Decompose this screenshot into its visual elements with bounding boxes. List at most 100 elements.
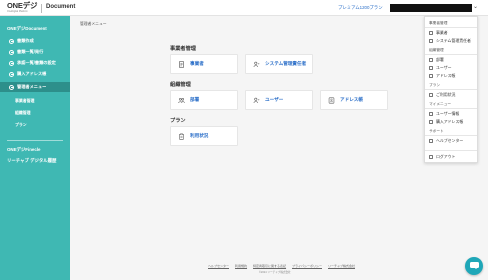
dropdown-item-label: 事業者 <box>436 30 448 35</box>
dropdown-section-plan: プラン <box>429 83 441 87</box>
sidebar-item-label: 管理者メニュー <box>17 84 47 89</box>
addressbook-circle-icon <box>9 71 14 77</box>
dropdown-item-label: システム管理責任者 <box>436 38 471 43</box>
chat-bubble-icon[interactable] <box>465 257 483 275</box>
card-label: 事業者 <box>190 61 204 66</box>
card-label: ユーザー <box>265 97 284 102</box>
dropdown-item-help-center[interactable]: ヘルプセンター <box>429 138 463 144</box>
sidebar-item-document-list[interactable]: 書類一覧/発行 <box>0 47 70 57</box>
dropdown-item-user[interactable]: ユーザー <box>429 65 451 71</box>
dropdown-section-business: 事業者管理 <box>429 21 448 25</box>
card-label: アドレス帳 <box>340 97 363 102</box>
top-header: ONEデジ OneDigital Platform Document プレミアム… <box>0 0 488 16</box>
users-icon <box>429 39 433 43</box>
user-menu-button[interactable] <box>390 4 472 12</box>
dropdown-separator <box>425 27 477 28</box>
card-department[interactable]: 部署 <box>170 90 238 110</box>
dropdown-item-logout[interactable]: ログアウト <box>429 154 455 160</box>
card-system-admin[interactable]: システム管理責任者 <box>245 54 313 74</box>
sidebar-divider <box>7 140 63 141</box>
dropdown-item-label: アドレス帳 <box>436 73 456 78</box>
dropdown-item-usage[interactable]: ご利用状況 <box>429 92 455 98</box>
chevron-down-icon[interactable]: ⌄ <box>473 3 478 10</box>
document-icon <box>178 60 185 68</box>
people-icon <box>178 97 185 104</box>
sidebar-subitem-organization-management[interactable]: 組織管理 <box>15 110 31 116</box>
card-usage-status[interactable]: 利用状況 <box>170 126 238 146</box>
user-icon <box>429 112 433 116</box>
group-title-plan: プラン <box>170 118 186 124</box>
dropdown-item-label: 購入アドレス帳 <box>436 119 464 124</box>
dropdown-separator <box>425 150 477 151</box>
card-business[interactable]: 事業者 <box>170 54 238 74</box>
footer-link-terms[interactable]: 利用規約 <box>235 264 247 268</box>
sidebar-item-address-book[interactable]: 購入アドレス帳 <box>0 69 70 79</box>
dropdown-item-label: ヘルプセンター <box>436 138 464 143</box>
dropdown-section-my-menu: マイメニュー <box>429 102 452 106</box>
dropdown-item-label: 部署 <box>436 57 444 62</box>
sidebar-item-admin-menu[interactable]: 管理者メニュー <box>0 82 70 92</box>
group-title-organization-management: 組織管理 <box>170 82 191 88</box>
sidebar-item-finecle[interactable]: ONEデジFinecle <box>7 147 40 153</box>
copyright: ©2024 リーチャブ株式会社 <box>259 271 291 274</box>
dropdown-item-purchase-address-book[interactable]: 購入アドレス帳 <box>429 119 463 125</box>
dropdown-item-system-admin[interactable]: システム管理責任者 <box>429 38 471 44</box>
sidebar-item-label: 購入アドレス帳 <box>17 71 47 76</box>
dropdown-item-label: ログアウト <box>436 154 456 159</box>
clipboard-icon <box>178 132 185 140</box>
dropdown-item-label: ユーザー情報 <box>436 111 460 116</box>
dropdown-separator <box>425 135 477 136</box>
group-title-business-management: 事業者管理 <box>170 46 196 52</box>
dropdown-item-user-info[interactable]: ユーザー情報 <box>429 111 459 117</box>
sidebar-item-label: 承認一覧/書類の設定 <box>17 60 56 65</box>
footer-links: ヘルプセンター 利用規約 特定商取引に関する表記 プライバシーポリシー リーチャ… <box>208 264 355 268</box>
breadcrumb: 管理者メニュー <box>80 22 107 26</box>
sidebar: ONEデジDocument 書類作成 書類一覧/発行 承認一覧/書類の設定 購入… <box>0 16 70 280</box>
app-title: Document <box>46 4 76 10</box>
users-icon <box>429 66 433 70</box>
card-address-book[interactable]: アドレス帳 <box>320 90 388 110</box>
sidebar-item-label: 書類作成 <box>17 38 34 43</box>
addressbook-icon <box>429 120 433 124</box>
sidebar-subitem-plan[interactable]: プラン <box>15 122 27 128</box>
sidebar-item-digital-history[interactable]: リーチャブ デジタル履歴 <box>7 158 56 164</box>
users-icon <box>253 97 260 104</box>
sidebar-item-approval[interactable]: 承認一覧/書類の設定 <box>0 58 70 68</box>
footer-link-privacy[interactable]: プライバシーポリシー <box>292 264 322 268</box>
user-dropdown-menu: 事業者管理 事業者 システム管理責任者 組織管理 部署 ユーザー アドレス帳 プ… <box>424 16 478 163</box>
dropdown-item-label: ユーザー <box>436 65 452 70</box>
dropdown-separator <box>425 108 477 109</box>
sidebar-item-create-document[interactable]: 書類作成 <box>0 36 70 46</box>
document-icon <box>429 31 433 35</box>
addressbook-icon <box>429 74 433 78</box>
dropdown-separator <box>425 54 477 55</box>
users-icon <box>253 61 260 68</box>
header-divider <box>41 4 42 13</box>
card-user[interactable]: ユーザー <box>245 90 313 110</box>
logo[interactable]: ONEデジ OneDigital Platform <box>7 2 39 14</box>
sidebar-item-label: 書類一覧/発行 <box>17 49 44 54</box>
logo-text: ONEデジ <box>7 1 38 10</box>
card-label: システム管理責任者 <box>265 61 307 66</box>
logout-icon <box>429 155 433 159</box>
dropdown-section-organization: 組織管理 <box>429 48 444 52</box>
dropdown-item-address-book[interactable]: アドレス帳 <box>429 73 455 79</box>
sidebar-section-title[interactable]: ONEデジDocument <box>7 26 47 32</box>
dropdown-item-department[interactable]: 部署 <box>429 57 444 63</box>
help-icon <box>429 139 433 143</box>
sidebar-subitem-business-management[interactable]: 事業者管理 <box>15 98 34 104</box>
plus-circle-icon <box>9 38 14 44</box>
dropdown-item-label: ご利用状況 <box>436 92 456 97</box>
card-label: 部署 <box>190 97 200 102</box>
addressbook-icon <box>328 97 335 104</box>
logo-subtext: OneDigital Platform <box>7 10 28 13</box>
footer-link-commerce-law[interactable]: 特定商取引に関する表記 <box>253 264 286 268</box>
gear-circle-icon <box>9 84 14 90</box>
card-label: 利用状況 <box>190 133 209 138</box>
dropdown-item-business[interactable]: 事業者 <box>429 30 448 36</box>
clipboard-icon <box>429 93 433 97</box>
plan-link[interactable]: プレミアム1200プラン <box>338 5 383 11</box>
footer-link-help[interactable]: ヘルプセンター <box>208 264 229 268</box>
footer-link-company[interactable]: リーチャブ株式会社 <box>328 264 355 268</box>
approval-circle-icon <box>9 60 14 66</box>
